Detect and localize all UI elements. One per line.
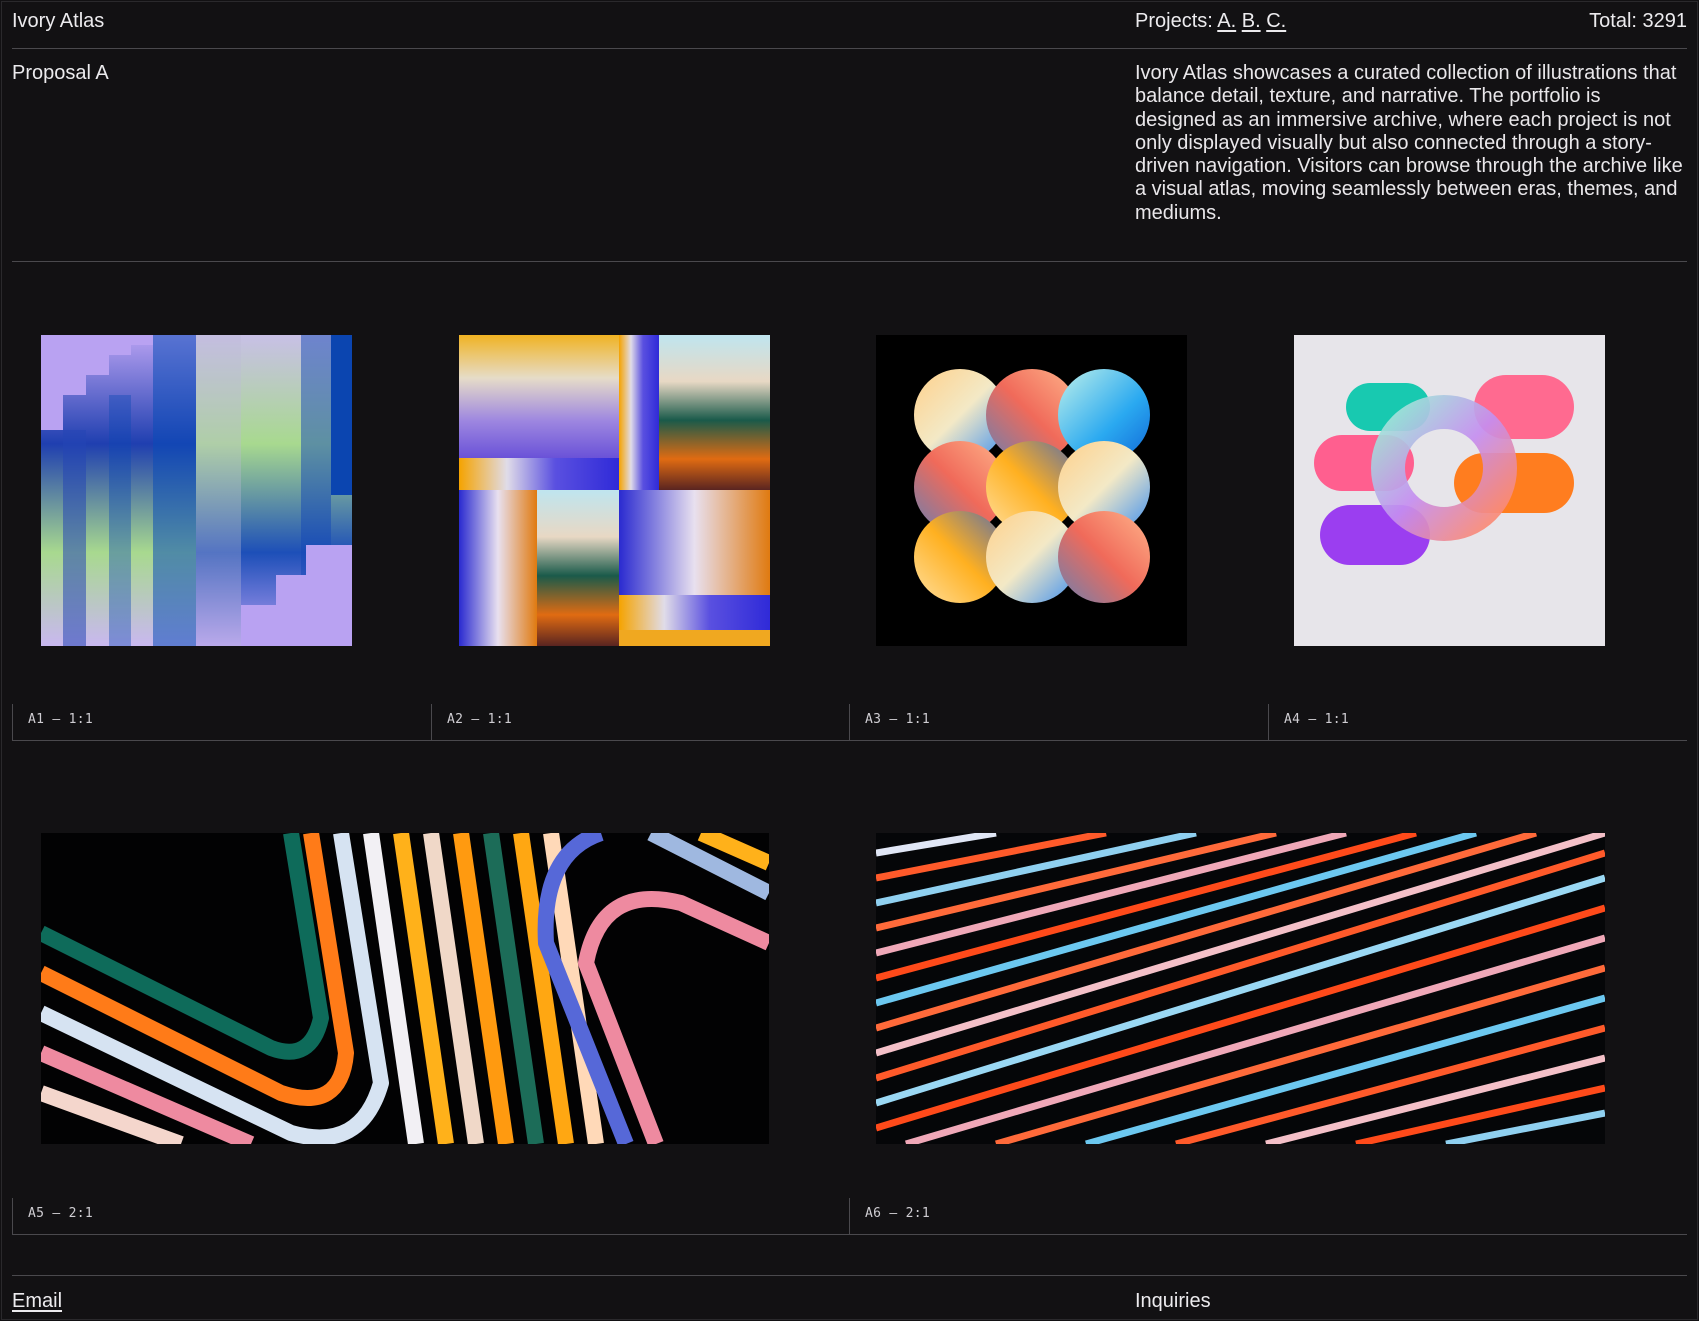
email-link[interactable]: Email	[12, 1290, 62, 1312]
row1-divider	[12, 740, 1687, 741]
footer-divider	[12, 1275, 1687, 1276]
caption-a2: A2 — 1:1	[447, 712, 513, 727]
row2-divider	[12, 1234, 1687, 1235]
caption-divider-1	[12, 704, 13, 740]
caption-divider-3	[849, 704, 850, 740]
project-link-c[interactable]: C.	[1266, 10, 1286, 32]
artwork-a3-image	[876, 335, 1187, 646]
projects-label: Projects:	[1135, 10, 1213, 32]
artwork-a1[interactable]	[41, 335, 352, 646]
footer-inquiries: Inquiries	[1135, 1290, 1211, 1312]
total-count: Total: 3291	[1589, 10, 1687, 32]
footer-email: Email	[12, 1290, 62, 1313]
caption-divider-2	[431, 704, 432, 740]
caption-divider-6	[849, 1198, 850, 1234]
artwork-a4[interactable]	[1294, 335, 1605, 646]
project-link-b[interactable]: B.	[1242, 10, 1261, 32]
artwork-a5-image	[41, 833, 769, 1144]
projects-nav: Projects: A. B. C.	[1135, 10, 1286, 33]
brand-title: Ivory Atlas	[12, 10, 105, 32]
intro-divider	[12, 261, 1687, 262]
caption-a6: A6 — 2:1	[865, 1206, 931, 1221]
artwork-a4-image	[1294, 335, 1605, 646]
artwork-a3[interactable]	[876, 335, 1187, 646]
project-link-a[interactable]: A.	[1217, 10, 1236, 32]
header-divider	[12, 48, 1687, 49]
caption-a1: A1 — 1:1	[28, 712, 94, 727]
artwork-a1-image	[41, 335, 352, 646]
artwork-a2[interactable]	[459, 335, 770, 646]
proposal-title: Proposal A	[12, 62, 109, 84]
caption-divider-5	[12, 1198, 13, 1234]
intro-description: Ivory Atlas showcases a curated collecti…	[1135, 62, 1683, 224]
artwork-a2-image	[459, 335, 770, 646]
caption-a4: A4 — 1:1	[1284, 712, 1350, 727]
caption-divider-4	[1268, 704, 1269, 740]
caption-a3: A3 — 1:1	[865, 712, 931, 727]
caption-a5: A5 — 2:1	[28, 1206, 94, 1221]
artwork-a5[interactable]	[41, 833, 769, 1144]
artwork-a6[interactable]	[876, 833, 1605, 1144]
artwork-a6-image	[876, 833, 1605, 1144]
